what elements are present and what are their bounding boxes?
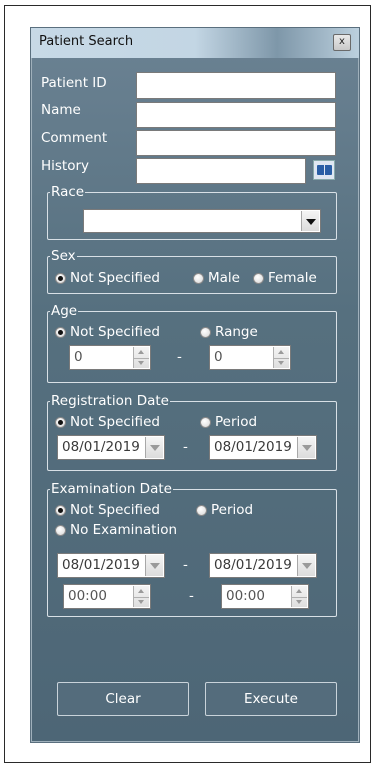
radio-icon — [196, 504, 207, 516]
radio-label: Female — [268, 270, 317, 286]
radio-icon — [200, 326, 211, 338]
examination-time-separator: - — [189, 588, 194, 604]
registration-from-date[interactable]: 08/01/2019 — [57, 435, 165, 460]
examination-radio-not-specified[interactable]: Not Specified — [55, 502, 160, 518]
registration-from-value: 08/01/2019 — [62, 439, 140, 455]
age-from-spinner[interactable]: 0 — [69, 345, 151, 370]
examination-to-time[interactable]: 00:00 — [221, 584, 309, 609]
radio-label: No Examination — [70, 522, 178, 538]
registration-radio-period[interactable]: Period — [200, 414, 257, 430]
sex-legend: Sex — [51, 248, 76, 264]
age-legend: Age — [51, 303, 78, 319]
registration-separator: - — [183, 439, 188, 455]
radio-icon — [193, 272, 204, 284]
examination-from-date-value: 08/01/2019 — [62, 557, 140, 573]
age-to-value: 0 — [214, 349, 223, 365]
examination-radio-period[interactable]: Period — [196, 502, 253, 518]
age-group: Age — [47, 303, 337, 383]
chevron-down-icon[interactable] — [145, 555, 163, 576]
age-radio-range[interactable]: Range — [200, 324, 258, 340]
radio-label: Not Specified — [70, 502, 160, 518]
search-form: Patient ID Name Comment History Race Sex… — [41, 66, 349, 734]
radio-label: Period — [215, 414, 258, 430]
sex-radio-male[interactable]: Male — [193, 270, 240, 286]
execute-button[interactable]: Execute — [205, 682, 337, 716]
registration-radio-not-specified[interactable]: Not Specified — [55, 414, 160, 430]
chevron-down-icon[interactable] — [297, 437, 315, 458]
age-range-separator: - — [177, 349, 182, 365]
examination-from-time[interactable]: 00:00 — [63, 584, 151, 609]
chevron-down-icon[interactable] — [297, 555, 315, 576]
radio-label: Male — [208, 270, 240, 286]
examination-to-date-value: 08/01/2019 — [214, 557, 292, 573]
examination-date-separator: - — [183, 557, 188, 573]
comment-label: Comment — [41, 130, 108, 146]
radio-selected-icon — [55, 504, 66, 516]
age-to-spinner[interactable]: 0 — [209, 345, 291, 370]
radio-selected-icon — [55, 416, 66, 428]
name-input[interactable] — [136, 102, 336, 128]
radio-label: Not Specified — [70, 414, 160, 430]
sex-radio-not-specified[interactable]: Not Specified — [55, 270, 160, 286]
close-button[interactable]: x — [333, 34, 351, 51]
sex-radio-female[interactable]: Female — [253, 270, 317, 286]
patient-search-window: Patient Search x Patient ID Name Comment… — [30, 27, 360, 743]
examination-radio-no-examination[interactable]: No Examination — [55, 522, 177, 538]
comment-input[interactable] — [136, 130, 336, 156]
race-select[interactable] — [83, 209, 321, 233]
patient-id-label: Patient ID — [41, 75, 107, 91]
radio-label: Period — [211, 502, 254, 518]
examination-to-time-value: 00:00 — [226, 588, 265, 604]
age-from-value: 0 — [74, 349, 83, 365]
radio-label: Not Specified — [70, 270, 160, 286]
registration-to-date[interactable]: 08/01/2019 — [209, 435, 317, 460]
race-legend: Race — [51, 184, 85, 200]
registration-date-legend: Registration Date — [51, 393, 169, 409]
examination-date-legend: Examination Date — [51, 481, 172, 497]
chevron-down-icon[interactable] — [145, 437, 163, 458]
radio-label: Not Specified — [70, 324, 160, 340]
age-radio-not-specified[interactable]: Not Specified — [55, 324, 160, 340]
registration-to-value: 08/01/2019 — [214, 439, 292, 455]
radio-icon — [55, 524, 66, 536]
window-title: Patient Search — [39, 34, 134, 49]
name-label: Name — [41, 102, 81, 118]
clear-button[interactable]: Clear — [57, 682, 189, 716]
examination-from-time-value: 00:00 — [68, 588, 107, 604]
radio-selected-icon — [55, 326, 66, 338]
radio-selected-icon — [55, 272, 66, 284]
radio-label: Range — [215, 324, 258, 340]
radio-icon — [200, 416, 211, 428]
history-input[interactable] — [136, 158, 306, 184]
history-label: History — [41, 158, 90, 174]
radio-icon — [253, 272, 264, 284]
title-bar[interactable]: Patient Search x — [31, 28, 359, 58]
patient-id-input[interactable] — [136, 72, 336, 99]
chevron-down-icon[interactable] — [301, 211, 319, 231]
examination-to-date[interactable]: 08/01/2019 — [209, 553, 317, 578]
examination-from-date[interactable]: 08/01/2019 — [57, 553, 165, 578]
book-icon[interactable] — [313, 160, 335, 180]
